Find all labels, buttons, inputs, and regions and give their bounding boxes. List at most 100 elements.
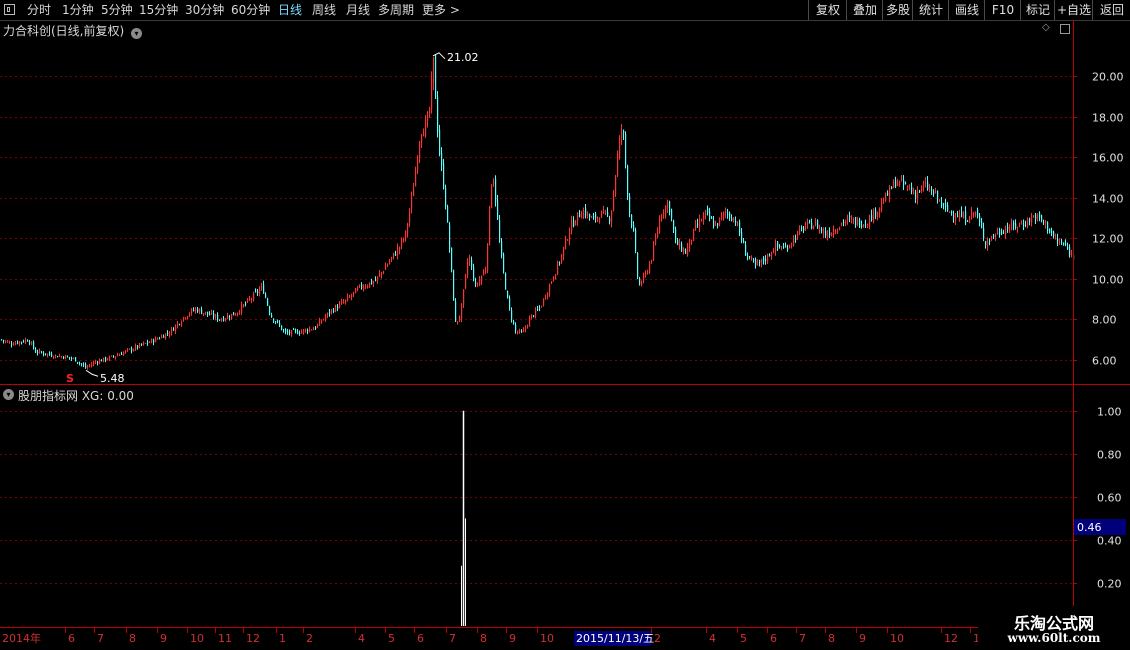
candle-body (761, 259, 763, 264)
period-tab-monthly[interactable]: 月线 (346, 0, 370, 20)
candle-body (397, 247, 399, 256)
candle-body (153, 339, 155, 343)
adjust-button[interactable]: 复权 (808, 0, 847, 20)
candle-body (451, 247, 453, 271)
candle-body (851, 218, 853, 220)
candle-body (1053, 231, 1055, 237)
candle-body (165, 333, 167, 339)
window-toggle-icon[interactable] (4, 4, 15, 15)
candle-body (461, 304, 463, 320)
candle-body (861, 225, 863, 227)
diamond-icon[interactable]: ◇ (1042, 22, 1050, 33)
period-tab-60min[interactable]: 60分钟 (231, 0, 270, 20)
indicator-tick-label: 0.20 (1097, 578, 1122, 591)
candle-body (51, 353, 53, 357)
candle-body (593, 216, 595, 218)
candle-body (299, 332, 301, 334)
candle-body (15, 342, 17, 345)
candle-body (117, 355, 119, 357)
candle-body (941, 202, 943, 206)
candle-body (125, 350, 127, 353)
candle-body (275, 321, 277, 323)
candle-body (401, 239, 403, 246)
statistics-button[interactable]: 统计 (912, 0, 949, 20)
period-tab-15min[interactable]: 15分钟 (139, 0, 178, 20)
candle-body (819, 227, 821, 231)
stock-title-label: 力合科创(日线,前复权) (3, 24, 125, 38)
candle-body (89, 365, 91, 367)
candle-body (533, 315, 535, 317)
more-periods-button[interactable]: 更多 > (422, 0, 460, 20)
candle-body (751, 257, 753, 259)
candle-body (471, 259, 473, 267)
candle-body (935, 191, 937, 193)
candle-body (777, 241, 779, 247)
candle-body (185, 317, 187, 319)
candle-body (539, 307, 541, 309)
candle-body (953, 215, 955, 218)
candle-body (347, 296, 349, 301)
candle-body (479, 279, 481, 286)
candle-body (407, 224, 409, 234)
candle-body (755, 258, 757, 266)
candle-body (39, 350, 41, 353)
candle-body (287, 331, 289, 333)
candle-body (991, 236, 993, 240)
low-marker (85, 369, 99, 377)
candle-body (327, 312, 329, 316)
back-button[interactable]: 返回 (1092, 0, 1130, 20)
period-tab-tick[interactable]: 分时 (27, 0, 51, 20)
candle-body (507, 290, 509, 298)
panel-toggle-icon[interactable] (1060, 24, 1070, 34)
candle-body (797, 231, 799, 238)
candle-body (671, 209, 673, 219)
chevron-down-icon[interactable]: ▾ (131, 28, 143, 39)
draw-line-button[interactable]: 画线 (948, 0, 985, 20)
candle-body (343, 301, 345, 303)
candle-body (619, 137, 621, 157)
date-tick-label: 8 (480, 632, 487, 645)
candle-body (37, 352, 39, 354)
candle-body (1073, 255, 1075, 260)
period-tab-daily[interactable]: 日线 (278, 0, 302, 20)
candle-body (71, 357, 73, 359)
add-favorite-button[interactable]: +自选 (1054, 0, 1093, 20)
candle-body (975, 211, 977, 216)
candle-body (413, 188, 415, 197)
candle-body (603, 210, 605, 212)
candle-body (879, 207, 881, 213)
candle-body (77, 361, 79, 363)
candle-body (169, 333, 171, 335)
period-tab-1min[interactable]: 1分钟 (62, 0, 94, 20)
candle-body (621, 129, 623, 139)
candle-body (151, 339, 153, 343)
overlay-button[interactable]: 叠加 (846, 0, 883, 20)
date-tick-label: 8 (129, 632, 136, 645)
candle-body (613, 192, 615, 211)
candle-body (203, 312, 205, 315)
candle-body (511, 310, 513, 320)
candle-body (411, 196, 413, 210)
date-tick-label: 2 (306, 632, 313, 645)
multi-stock-button[interactable]: 多股 (882, 0, 913, 20)
candle-body (575, 223, 577, 226)
candle-body (245, 303, 247, 305)
candle-body (585, 207, 587, 216)
period-tab-5min[interactable]: 5分钟 (101, 0, 133, 20)
period-tab-30min[interactable]: 30分钟 (185, 0, 224, 20)
period-tab-weekly[interactable]: 周线 (312, 0, 336, 20)
candle-body (131, 348, 133, 351)
candle-body (591, 217, 593, 219)
candle-body (787, 248, 789, 251)
mark-button[interactable]: 标记 (1020, 0, 1055, 20)
chevron-down-icon[interactable]: ▾ (3, 389, 14, 400)
date-tick-label: 1 (279, 632, 286, 645)
candle-body (987, 240, 989, 247)
candle-body (205, 311, 207, 314)
candle-body (853, 219, 855, 222)
f10-button[interactable]: F10 (984, 0, 1021, 20)
kline-chart[interactable]: 20.00 18.00 16.00 14.00 12.00 10.00 8.00 6.00 1.… (0, 0, 1130, 650)
candle-body (831, 232, 833, 237)
candle-body (303, 329, 305, 333)
period-tab-multi[interactable]: 多周期 (378, 0, 414, 20)
